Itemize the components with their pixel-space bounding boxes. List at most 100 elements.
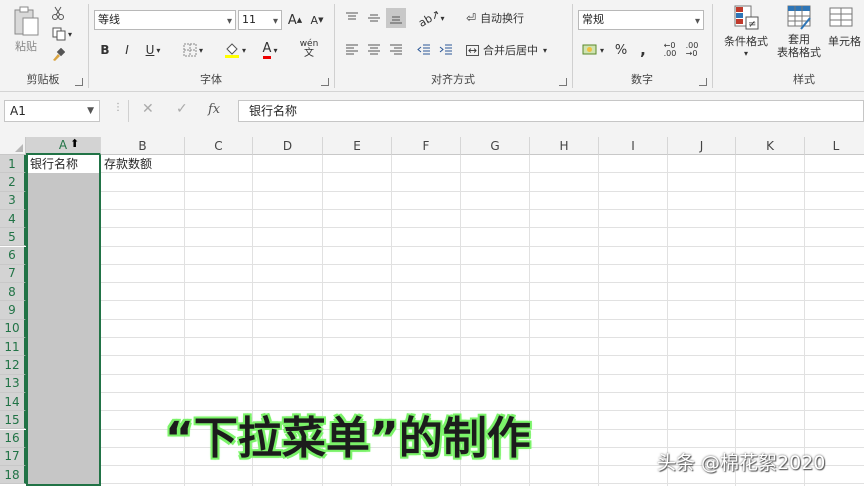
row-header-1[interactable]: 1 [0, 155, 26, 174]
cut-button[interactable] [48, 4, 68, 22]
row-header-8[interactable]: 8 [0, 283, 26, 302]
grid-row-line [26, 337, 864, 338]
row-header-5[interactable]: 5 [0, 228, 26, 247]
clipboard-launcher-icon[interactable] [75, 78, 83, 86]
number-group: 常规 ▾ ▾ % , ←0.00 .00 →0 数字 [574, 0, 710, 92]
table-format-label-2: 表格格式 [777, 46, 821, 59]
borders-button[interactable]: ▾ [178, 40, 208, 60]
chevron-down-icon: ▾ [156, 45, 161, 55]
shrink-font-button[interactable]: A ▼ [308, 10, 326, 30]
selected-column-range[interactable] [26, 155, 101, 486]
alignment-launcher-icon[interactable] [559, 78, 567, 86]
row-header-2[interactable]: 2 [0, 173, 26, 192]
row-header-15[interactable]: 15 [0, 411, 26, 430]
column-header-b[interactable]: B [101, 137, 185, 155]
align-middle-button[interactable] [364, 8, 384, 28]
align-left-button[interactable] [342, 40, 362, 60]
font-color-button[interactable]: A ▾ [256, 40, 284, 60]
more-options-icon[interactable]: ⋮ [113, 102, 123, 113]
orientation-button[interactable]: ab↗ ▾ [416, 7, 446, 30]
align-center-button[interactable] [364, 40, 384, 60]
grow-font-button[interactable]: A ▲ [286, 10, 304, 30]
insert-function-button[interactable]: fx [208, 102, 220, 117]
paste-button[interactable]: 粘贴 [8, 4, 44, 56]
row-header-12[interactable]: 12 [0, 356, 26, 375]
fill-color-button[interactable]: ▾ [220, 40, 250, 60]
column-header-h[interactable]: H [530, 137, 599, 155]
column-header-c[interactable]: C [185, 137, 253, 155]
shrink-font-label: A [310, 13, 319, 27]
format-painter-button[interactable] [48, 46, 68, 64]
cell-styles-button[interactable]: 单元格 [828, 4, 864, 66]
row-header-6[interactable]: 6 [0, 246, 26, 265]
wrap-text-label: 自动换行 [480, 12, 525, 25]
select-all-button[interactable] [0, 137, 26, 155]
cell-a1[interactable]: 银行名称 [28, 155, 99, 173]
column-header-a[interactable]: A [26, 137, 101, 155]
check-icon[interactable]: ✓ [176, 101, 188, 117]
column-header-d[interactable]: D [253, 137, 323, 155]
chevron-down-icon: ▾ [543, 45, 548, 55]
formula-content: 银行名称 [249, 104, 298, 118]
grid-row-line [26, 282, 864, 284]
column-header-i[interactable]: I [599, 137, 668, 155]
row-header-4[interactable]: 4 [0, 209, 26, 229]
column-header-l[interactable]: L [805, 137, 864, 155]
row-header-14[interactable]: 14 [0, 392, 26, 412]
align-top-button[interactable] [342, 8, 362, 28]
wrap-text-button[interactable]: ⏎ 自动换行 [466, 8, 536, 28]
grid-column-line [598, 155, 599, 486]
svg-text:≠: ≠ [748, 19, 756, 30]
column-header-e[interactable]: E [323, 137, 392, 155]
row-header-9[interactable]: 9 [0, 301, 26, 320]
column-header-f[interactable]: F [392, 137, 461, 155]
row-header-18[interactable]: 18 [0, 466, 26, 485]
font-group: 等线 ▾ 11 ▾ A ▲ A ▼ B I U ▾ ▾ ▾ A ▾ wén 文 字体 [90, 0, 332, 92]
font-launcher-icon[interactable] [321, 78, 329, 86]
font-size-combo[interactable]: 11 ▾ [238, 10, 282, 30]
scissors-icon [52, 6, 64, 20]
chevron-down-icon: ▾ [241, 45, 246, 55]
row-header-13[interactable]: 13 [0, 374, 26, 393]
align-bottom-button[interactable] [386, 8, 406, 28]
grid-row-line [26, 263, 864, 265]
merge-center-button[interactable]: ↔ 合并后居中 ▾ [466, 40, 562, 60]
styles-group-label: 样式 [793, 73, 815, 86]
cancel-icon[interactable]: ✕ [142, 101, 154, 117]
underline-button[interactable]: U ▾ [140, 40, 166, 60]
table-format-icon [787, 5, 811, 30]
formula-input[interactable]: 银行名称 [238, 100, 864, 122]
conditional-format-button[interactable]: ≠ 条件格式 ▾ [718, 4, 774, 66]
format-as-table-button[interactable]: 套用 表格格式 [770, 4, 828, 66]
copy-button[interactable]: ▾ [48, 25, 76, 43]
align-middle-icon [368, 14, 380, 22]
decrease-indent-button[interactable] [414, 40, 434, 60]
bold-button[interactable]: B [96, 40, 114, 60]
row-header-10[interactable]: 10 [0, 319, 26, 338]
comma-button[interactable]: , [634, 40, 652, 60]
row-header-11[interactable]: 11 [0, 338, 26, 357]
row-header-17[interactable]: 17 [0, 447, 26, 467]
phonetic-button[interactable]: wén 文 [292, 38, 326, 60]
font-name-combo[interactable]: 等线 ▾ [94, 10, 236, 30]
row-header-7[interactable]: 7 [0, 264, 26, 284]
increase-indent-button[interactable] [436, 40, 456, 60]
row-header-3[interactable]: 3 [0, 191, 26, 210]
number-launcher-icon[interactable] [699, 78, 707, 86]
column-header-j[interactable]: J [668, 137, 736, 155]
italic-button[interactable]: I [118, 40, 136, 60]
clipboard-group-label: 剪贴板 [26, 73, 60, 86]
percent-button[interactable]: % [612, 40, 630, 60]
number-format-combo[interactable]: 常规 ▾ [578, 10, 704, 30]
watermark: 头条 @棉花絮2020 [657, 452, 826, 474]
name-box[interactable]: A1 ▼ [4, 100, 100, 122]
cell-b1[interactable]: 存款数额 [102, 155, 152, 173]
column-header-g[interactable]: G [461, 137, 530, 155]
increase-decimal-button[interactable]: ←0.00 [660, 40, 680, 60]
select-column-cursor-icon: ⬆ [70, 137, 80, 150]
row-header-16[interactable]: 16 [0, 429, 26, 448]
accounting-format-button[interactable]: ▾ [578, 40, 608, 60]
decrease-decimal-button[interactable]: .00 →0 [682, 40, 702, 60]
align-right-button[interactable] [386, 40, 406, 60]
column-header-k[interactable]: K [736, 137, 805, 155]
